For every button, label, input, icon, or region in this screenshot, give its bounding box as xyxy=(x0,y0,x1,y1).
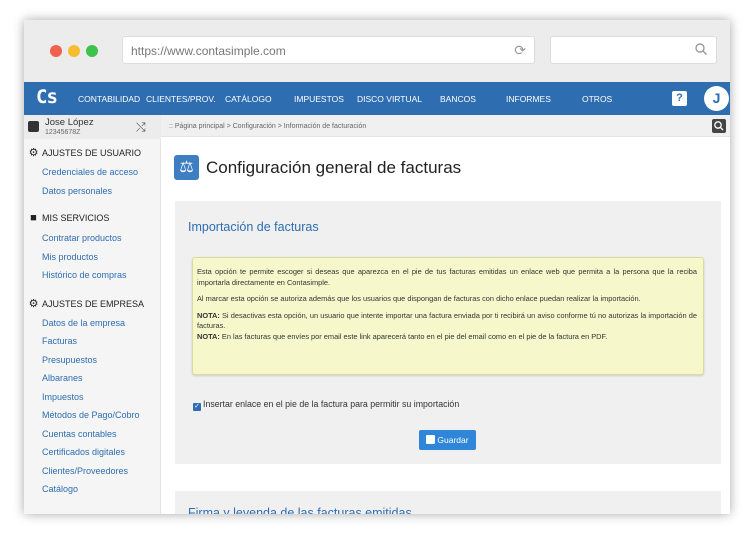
url-text: https://www.contasimple.com xyxy=(131,44,286,58)
sidebar: Jose López 12345678Z ⤭ ⚙ AJUSTES DE USUAR… xyxy=(24,115,161,514)
page-title: Configuración general de facturas xyxy=(206,158,462,177)
main-content: :: Página principal > Configuración > In… xyxy=(161,115,730,514)
switch-company-icon[interactable]: ⤭ xyxy=(136,120,146,135)
section-ajustes-usuario: ⚙ AJUSTES DE USUARIO xyxy=(28,147,142,159)
sidebar-item-facturas[interactable]: Facturas xyxy=(42,336,77,346)
note-paragraph-2: Al marcar esta opción se autoriza además… xyxy=(197,294,641,303)
minimize-window-button[interactable] xyxy=(68,45,80,57)
top-navigation: Cs CONTABILIDAD CLIENTES/PROV. CATÁLOGO … xyxy=(24,82,730,115)
close-window-button[interactable] xyxy=(50,45,62,57)
insert-link-checkbox[interactable]: ✓ xyxy=(193,403,201,411)
balance-scale-icon: ⚖ xyxy=(174,155,199,180)
gear-icon: ⚙ xyxy=(28,147,39,159)
sidebar-item-catalogo[interactable]: Catálogo xyxy=(42,484,78,494)
sidebar-item-impuestos[interactable]: Impuestos xyxy=(42,392,84,402)
nav-impuestos[interactable]: IMPUESTOS xyxy=(294,94,344,104)
nav-disco-virtual[interactable]: DISCO VIRTUAL xyxy=(357,94,422,104)
insert-link-checkbox-row[interactable]: ✓ Insertar enlace en el pie de la factura… xyxy=(193,399,459,411)
info-note: Esta opción te permite escoger si deseas… xyxy=(192,257,704,375)
section-ajustes-empresa: ⚙ AJUSTES DE EMPRESA xyxy=(28,298,145,310)
sidebar-item-credenciales[interactable]: Credenciales de acceso xyxy=(42,167,138,177)
app-logo[interactable]: Cs xyxy=(36,86,58,108)
breadcrumb[interactable]: :: Página principal > Configuración > In… xyxy=(169,123,366,130)
checkbox-label: Insertar enlace en el pie de la factura … xyxy=(203,399,460,409)
import-panel: Importación de facturas Esta opción te p… xyxy=(175,201,721,464)
sidebar-item-contratar[interactable]: Contratar productos xyxy=(42,233,122,243)
nav-otros[interactable]: OTROS xyxy=(582,94,612,104)
section-mis-servicios: ■ MIS SERVICIOS xyxy=(28,212,109,224)
maximize-window-button[interactable] xyxy=(86,45,98,57)
save-button[interactable]: Guardar xyxy=(419,430,476,450)
avatar[interactable]: J xyxy=(704,86,729,111)
note-paragraph-1: Esta opción te permite escoger si deseas… xyxy=(197,267,697,287)
user-name: Jose López xyxy=(45,117,94,128)
nav-informes[interactable]: INFORMES xyxy=(506,94,551,104)
nav-contabilidad[interactable]: CONTABILIDAD xyxy=(78,94,140,104)
sidebar-item-datos-personales[interactable]: Datos personales xyxy=(42,186,112,196)
sidebar-item-datos-empresa[interactable]: Datos de la empresa xyxy=(42,318,125,328)
sidebar-item-historico[interactable]: Histórico de compras xyxy=(42,270,127,280)
search-icon xyxy=(695,43,707,55)
browser-chrome: https://www.contasimple.com ⟳ xyxy=(24,20,730,82)
address-bar[interactable]: https://www.contasimple.com ⟳ xyxy=(122,36,535,64)
nav-clientes-prov[interactable]: CLIENTES/PROV. xyxy=(146,94,216,104)
user-card-icon xyxy=(28,121,39,132)
sidebar-item-clientes-proveedores[interactable]: Clientes/Proveedores xyxy=(42,466,128,476)
sidebar-item-metodos-pago[interactable]: Métodos de Pago/Cobro xyxy=(42,410,140,420)
nav-bancos[interactable]: BANCOS xyxy=(440,94,476,104)
breadcrumb-bar: :: Página principal > Configuración > In… xyxy=(161,115,730,137)
browser-window: https://www.contasimple.com ⟳ Cs CONTABI… xyxy=(24,20,730,514)
bag-icon: ■ xyxy=(30,212,37,224)
user-box[interactable]: Jose López 12345678Z ⤭ xyxy=(24,115,161,139)
search-icon[interactable] xyxy=(712,119,726,133)
signature-panel: Firma y leyenda de las facturas emitidas xyxy=(175,491,721,514)
note-paragraph-4: NOTA: En las facturas que envíes por ema… xyxy=(197,331,608,341)
sidebar-item-cuentas-contables[interactable]: Cuentas contables xyxy=(42,429,117,439)
note-paragraph-3: NOTA: Si desactivas esta opción, un usua… xyxy=(197,310,697,331)
reload-icon[interactable]: ⟳ xyxy=(514,42,526,59)
panel2-title: Firma y leyenda de las facturas emitidas xyxy=(188,506,412,514)
panel-title: Importación de facturas xyxy=(188,220,319,234)
gear-icon: ⚙ xyxy=(28,298,39,310)
floppy-disk-icon xyxy=(426,435,436,444)
nav-catalogo[interactable]: CATÁLOGO xyxy=(225,94,272,104)
help-icon[interactable]: ? xyxy=(672,91,687,106)
sidebar-item-presupuestos[interactable]: Presupuestos xyxy=(42,355,97,365)
sidebar-item-certificados[interactable]: Certificados digitales xyxy=(42,447,125,457)
sidebar-item-albaranes[interactable]: Albaranes xyxy=(42,373,83,383)
browser-search-input[interactable] xyxy=(550,36,717,64)
user-id: 12345678Z xyxy=(45,129,81,136)
sidebar-item-mis-productos[interactable]: Mis productos xyxy=(42,252,98,262)
